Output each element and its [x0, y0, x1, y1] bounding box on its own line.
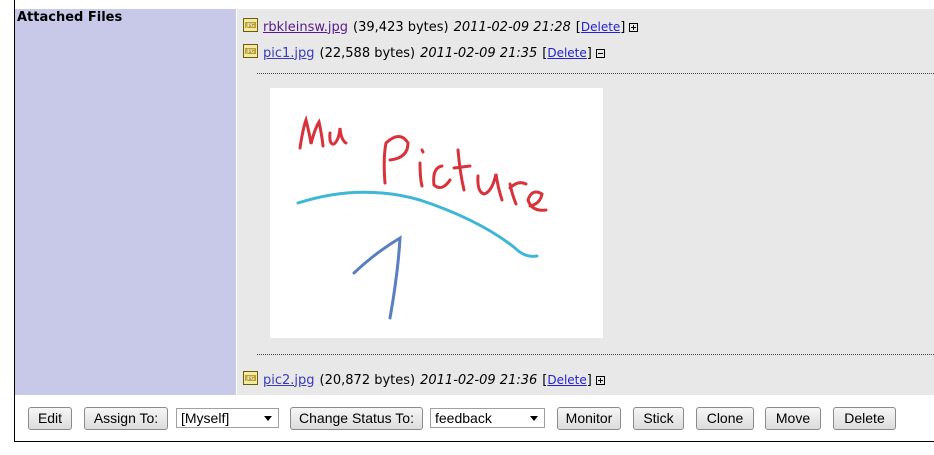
bracket-close: ]: [586, 372, 592, 388]
image-preview: [270, 88, 603, 338]
attachment-size: (39,423 bytes): [353, 19, 449, 35]
assign-to-select[interactable]: [Myself]: [176, 408, 279, 428]
attached-files-label-cell: Attached Files: [15, 9, 236, 395]
attachment-row: JPG rbkleinsw.jpg (39,423 bytes) 2011-02…: [243, 17, 639, 37]
expand-icon[interactable]: [629, 22, 639, 32]
attached-files-label: Attached Files: [17, 10, 123, 25]
stick-button[interactable]: Stick: [633, 407, 684, 430]
attachment-link[interactable]: pic2.jpg: [263, 373, 315, 388]
svg-text:JPG: JPG: [245, 49, 254, 55]
bracket-close: ]: [620, 19, 626, 35]
attachment-date: 2011-02-09 21:36: [420, 372, 538, 388]
attachment-date: 2011-02-09 21:35: [420, 45, 538, 61]
jpg-file-icon: JPG: [243, 18, 258, 32]
assign-to-button[interactable]: Assign To:: [84, 407, 168, 430]
handwriting-drawing: [296, 114, 548, 320]
svg-text:JPG: JPG: [245, 376, 254, 382]
attachment-size: (22,588 bytes): [319, 45, 416, 61]
delete-attachment-link[interactable]: Delete: [581, 20, 620, 34]
chevron-down-icon: [530, 416, 538, 421]
bracket-close: ]: [586, 45, 592, 61]
preview-divider-bottom: [257, 354, 934, 355]
jpg-file-icon: JPG: [243, 44, 258, 58]
attachment-link[interactable]: rbkleinsw.jpg: [263, 20, 348, 35]
attachment-date: 2011-02-09 21:28: [453, 19, 571, 35]
attachment-size: (20,872 bytes): [319, 372, 416, 388]
attachment-row: JPG pic1.jpg (22,588 bytes) 2011-02-09 2…: [243, 43, 605, 63]
monitor-button[interactable]: Monitor: [557, 407, 621, 430]
svg-text:JPG: JPG: [245, 23, 254, 29]
attachment-row: JPG pic2.jpg (20,872 bytes) 2011-02-09 2…: [243, 370, 605, 390]
delete-attachment-link[interactable]: Delete: [547, 46, 586, 60]
assign-to-value: [Myself]: [181, 410, 230, 426]
change-status-button[interactable]: Change Status To:: [290, 407, 423, 430]
delete-attachment-link[interactable]: Delete: [547, 373, 586, 387]
status-value: feedback: [435, 410, 492, 426]
attachment-link[interactable]: pic1.jpg: [263, 46, 315, 61]
preview-divider-top: [257, 73, 934, 74]
expand-icon[interactable]: [595, 375, 605, 385]
jpg-file-icon: JPG: [243, 371, 258, 385]
move-button[interactable]: Move: [765, 407, 821, 430]
status-select[interactable]: feedback: [430, 408, 545, 428]
collapse-icon[interactable]: [595, 48, 605, 58]
chevron-down-icon: [264, 416, 272, 421]
clone-button[interactable]: Clone: [696, 407, 754, 430]
delete-button[interactable]: Delete: [833, 407, 896, 430]
edit-button[interactable]: Edit: [28, 407, 72, 430]
